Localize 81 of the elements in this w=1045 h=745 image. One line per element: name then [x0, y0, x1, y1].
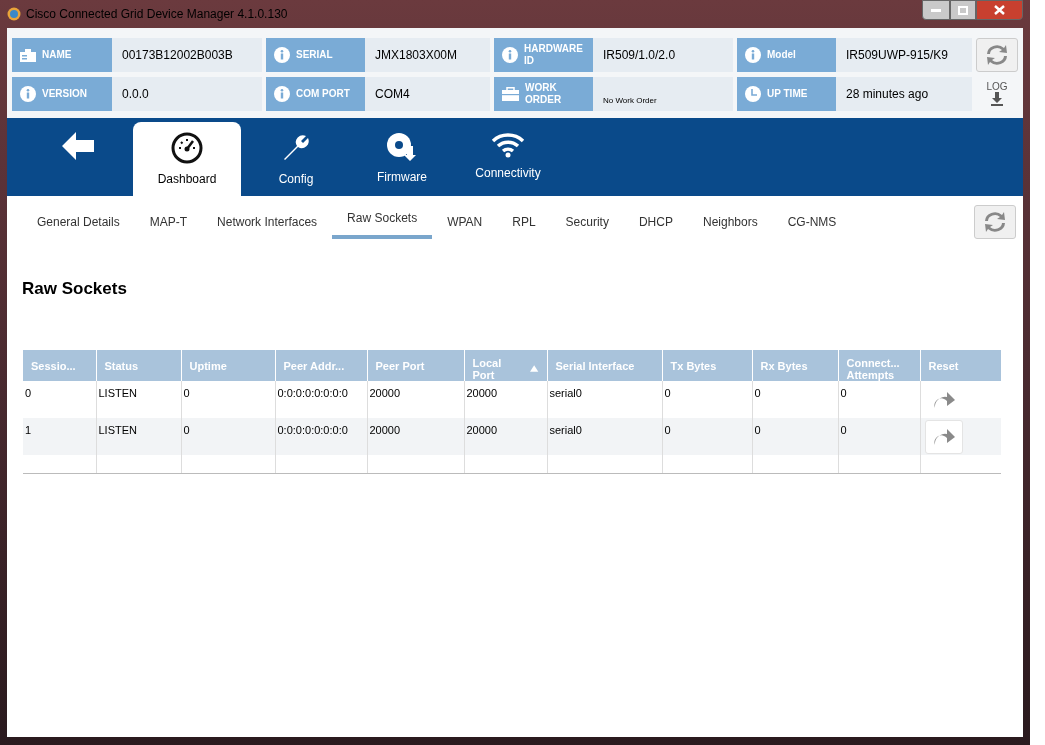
nav-tab[interactable]: Firmware — [351, 122, 453, 196]
app-logo-icon — [7, 7, 21, 21]
field-value: 0.0.0 — [122, 86, 149, 103]
field-value: COM4 — [375, 86, 410, 103]
field-label: SERIAL — [296, 49, 334, 61]
field-label: VERSION — [42, 88, 88, 100]
field-value: IR509/1.0/2.0 — [603, 47, 676, 64]
maximize-button[interactable] — [950, 0, 976, 20]
nav-tab[interactable]: Dashboard — [133, 122, 241, 196]
refresh-button[interactable] — [976, 38, 1018, 72]
table-cell: serial0 — [547, 380, 662, 418]
table-cell: 0:0:0:0:0:0:0:0 — [275, 417, 367, 455]
sub-tab[interactable]: Neighbors — [687, 205, 773, 239]
minimize-icon — [931, 8, 941, 12]
field-label: UP TIME — [767, 88, 809, 100]
field-label: NAME — [42, 49, 73, 61]
refresh-icon — [984, 43, 1010, 67]
field-value: IR509UWP-915/K9 — [846, 47, 949, 64]
field-value: JMX1803X00M — [375, 47, 458, 64]
field-label: WORK ORDER — [525, 82, 563, 106]
table-cell: 20000 — [367, 417, 464, 455]
table-cell: 0 — [662, 380, 752, 418]
briefcase-icon — [502, 87, 519, 101]
table-cell: 20000 — [464, 417, 547, 455]
redo-arrow-icon — [932, 390, 955, 409]
nav-tab[interactable]: Config — [245, 122, 347, 196]
sub-tab[interactable]: Network Interfaces — [202, 205, 333, 239]
table-cell: LISTEN — [96, 380, 181, 418]
info-icon — [20, 86, 36, 102]
table-cell: 0 — [752, 380, 838, 418]
nav-tab[interactable]: Connectivity — [457, 122, 559, 196]
table-cell: 0 — [23, 380, 96, 418]
field-label: COM PORT — [296, 88, 351, 100]
table-cell: 0 — [752, 417, 838, 455]
id-card-icon — [20, 48, 36, 62]
field-value: No Work Order — [603, 95, 657, 107]
field-value: 00173B12002B003B — [122, 47, 233, 64]
table-cell: 1 — [23, 417, 96, 455]
info-icon — [274, 86, 290, 102]
table-cell: 0 — [181, 417, 275, 455]
redo-arrow-icon — [932, 427, 955, 446]
table-cell: 20000 — [464, 380, 547, 418]
sub-tab[interactable]: RPL — [497, 205, 551, 239]
gauge-icon — [171, 132, 203, 164]
field-value: 28 minutes ago — [846, 86, 929, 103]
info-icon — [745, 47, 761, 63]
log-download-button[interactable]: LOG — [976, 77, 1018, 111]
field-label: HARDWARE ID — [524, 43, 584, 67]
refresh-button[interactable] — [974, 205, 1016, 239]
table-cell: 0 — [662, 417, 752, 455]
table-cell: 20000 — [367, 380, 464, 418]
maximize-icon — [958, 5, 968, 15]
table-cell: 0:0:0:0:0:0:0:0 — [275, 380, 367, 418]
table-cell: 0 — [181, 380, 275, 418]
sub-tab[interactable]: MAP-T — [134, 205, 203, 239]
minimize-button[interactable] — [922, 0, 950, 20]
table-cell: serial0 — [547, 417, 662, 455]
back-arrow-icon — [62, 132, 94, 160]
sub-tab[interactable]: CG-NMS — [772, 205, 852, 239]
sub-tab[interactable]: Raw Sockets — [332, 205, 433, 239]
table-cell: 0 — [838, 380, 920, 418]
sub-tab[interactable]: Security — [550, 205, 624, 239]
sub-tab[interactable]: WPAN — [432, 205, 498, 239]
clock-icon — [745, 86, 761, 102]
sub-tab[interactable]: General Details — [22, 205, 135, 239]
field-label: Model — [767, 49, 797, 61]
sub-tab[interactable]: DHCP — [623, 205, 688, 239]
close-icon — [994, 5, 1005, 15]
wifi-icon — [491, 132, 525, 158]
reset-button[interactable] — [924, 419, 963, 454]
section-heading: Raw Sockets — [22, 278, 128, 300]
close-button[interactable] — [976, 0, 1023, 20]
download-icon — [991, 92, 1003, 106]
table-cell: 0 — [838, 417, 920, 455]
window-title: Cisco Connected Grid Device Manager 4.1.0.130 — [26, 6, 288, 23]
sort-ascending-icon — [530, 365, 539, 372]
info-icon — [274, 47, 290, 63]
info-icon — [502, 47, 518, 63]
table-cell: LISTEN — [96, 417, 181, 455]
disc-download-icon — [386, 132, 418, 162]
refresh-icon — [982, 210, 1008, 234]
